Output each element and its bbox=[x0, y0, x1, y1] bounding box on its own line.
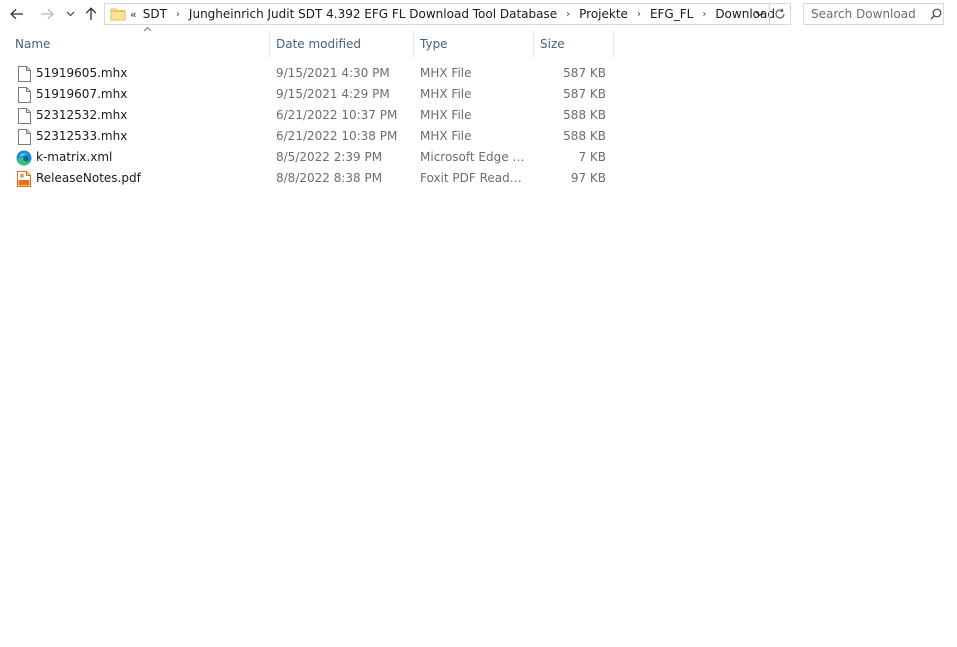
navigation-bar: « SDT › Jungheinrich Judit SDT 4.392 EFG… bbox=[0, 0, 957, 28]
file-type: Foxit PDF Reader ... bbox=[420, 171, 526, 185]
back-button[interactable] bbox=[8, 3, 26, 25]
file-size: 97 KB bbox=[570, 171, 606, 185]
file-date: 9/15/2021 4:29 PM bbox=[276, 87, 390, 101]
file-row[interactable]: 52312533.mhx 6/21/2022 10:38 PM MHX File… bbox=[0, 126, 957, 147]
file-date: 6/21/2022 10:38 PM bbox=[276, 129, 398, 143]
breadcrumb-database[interactable]: Jungheinrich Judit SDT 4.392 EFG FL Down… bbox=[189, 7, 557, 21]
file-type: MHX File bbox=[420, 129, 472, 143]
column-headers: Name Date modified Type Size bbox=[0, 26, 957, 58]
file-size: 588 KB bbox=[563, 129, 606, 143]
chevron-down-icon bbox=[755, 11, 763, 17]
file-size: 587 KB bbox=[563, 87, 606, 101]
column-header-size[interactable]: Size bbox=[534, 30, 614, 58]
column-header-date-label: Date modified bbox=[276, 37, 362, 51]
chevron-right-icon[interactable]: › bbox=[566, 9, 570, 20]
column-header-date[interactable]: Date modified bbox=[270, 30, 414, 58]
up-button[interactable] bbox=[83, 3, 99, 25]
refresh-icon bbox=[775, 8, 785, 19]
recent-locations-button[interactable] bbox=[63, 3, 77, 25]
file-row[interactable]: ReleaseNotes.pdf 8/8/2022 8:38 PM Foxit … bbox=[0, 168, 957, 189]
file-row[interactable]: 51919605.mhx 9/15/2021 4:30 PM MHX File … bbox=[0, 63, 957, 84]
breadcrumb-efg-fl[interactable]: EFG_FL bbox=[650, 7, 693, 21]
file-date: 6/21/2022 10:37 PM bbox=[276, 108, 398, 122]
arrow-left-icon bbox=[10, 8, 23, 20]
folder-icon bbox=[107, 4, 129, 24]
column-header-type[interactable]: Type bbox=[414, 30, 534, 58]
column-header-size-label: Size bbox=[540, 37, 565, 51]
file-list: 51919605.mhx 9/15/2021 4:30 PM MHX File … bbox=[0, 63, 957, 189]
blank-file-icon bbox=[16, 105, 32, 126]
file-name: ReleaseNotes.pdf bbox=[36, 171, 141, 185]
file-name: 51919607.mhx bbox=[36, 87, 128, 101]
column-header-name[interactable]: Name bbox=[9, 26, 270, 58]
file-type: MHX File bbox=[420, 108, 472, 122]
blank-file-icon bbox=[16, 84, 32, 105]
file-size: 587 KB bbox=[563, 66, 606, 80]
blank-file-icon bbox=[16, 63, 32, 84]
file-name: k-matrix.xml bbox=[36, 150, 113, 164]
file-row[interactable]: 51919607.mhx 9/15/2021 4:29 PM MHX File … bbox=[0, 84, 957, 105]
address-bar[interactable]: « SDT › Jungheinrich Judit SDT 4.392 EFG… bbox=[104, 3, 791, 25]
breadcrumb-projekte[interactable]: Projekte bbox=[579, 7, 628, 21]
forward-button[interactable] bbox=[38, 3, 56, 25]
file-row[interactable]: k-matrix.xml 8/5/2022 2:39 PM Microsoft … bbox=[0, 147, 957, 168]
refresh-button[interactable] bbox=[769, 4, 790, 24]
column-header-type-label: Type bbox=[420, 37, 448, 51]
file-date: 8/8/2022 8:38 PM bbox=[276, 171, 383, 185]
pdf-icon bbox=[16, 168, 32, 189]
chevron-down-icon bbox=[66, 11, 74, 17]
file-type: MHX File bbox=[420, 66, 472, 80]
breadcrumb-overflow-button[interactable]: « bbox=[130, 8, 137, 21]
file-name: 51919605.mhx bbox=[36, 66, 128, 80]
column-header-name-label: Name bbox=[15, 37, 51, 51]
arrow-up-icon bbox=[85, 7, 97, 20]
sort-ascending-icon bbox=[143, 26, 152, 32]
blank-file-icon bbox=[16, 126, 32, 147]
chevron-right-icon[interactable]: › bbox=[176, 9, 180, 20]
breadcrumb-sdt[interactable]: SDT bbox=[143, 7, 167, 21]
file-type: MHX File bbox=[420, 87, 472, 101]
edge-icon bbox=[16, 147, 32, 168]
address-history-button[interactable] bbox=[749, 4, 769, 24]
file-name: 52312533.mhx bbox=[36, 129, 128, 143]
file-date: 9/15/2021 4:30 PM bbox=[276, 66, 390, 80]
chevron-right-icon[interactable]: › bbox=[702, 9, 706, 20]
file-size: 7 KB bbox=[578, 150, 606, 164]
search-box[interactable] bbox=[803, 3, 944, 25]
file-date: 8/5/2022 2:39 PM bbox=[276, 150, 383, 164]
file-name: 52312532.mhx bbox=[36, 108, 128, 122]
file-size: 588 KB bbox=[563, 108, 606, 122]
chevron-right-icon[interactable]: › bbox=[637, 9, 641, 20]
search-input[interactable] bbox=[804, 6, 928, 22]
arrow-right-icon bbox=[41, 8, 54, 20]
file-row[interactable]: 52312532.mhx 6/21/2022 10:37 PM MHX File… bbox=[0, 105, 957, 126]
search-icon[interactable] bbox=[928, 4, 943, 24]
file-type: Microsoft Edge H... bbox=[420, 150, 526, 164]
